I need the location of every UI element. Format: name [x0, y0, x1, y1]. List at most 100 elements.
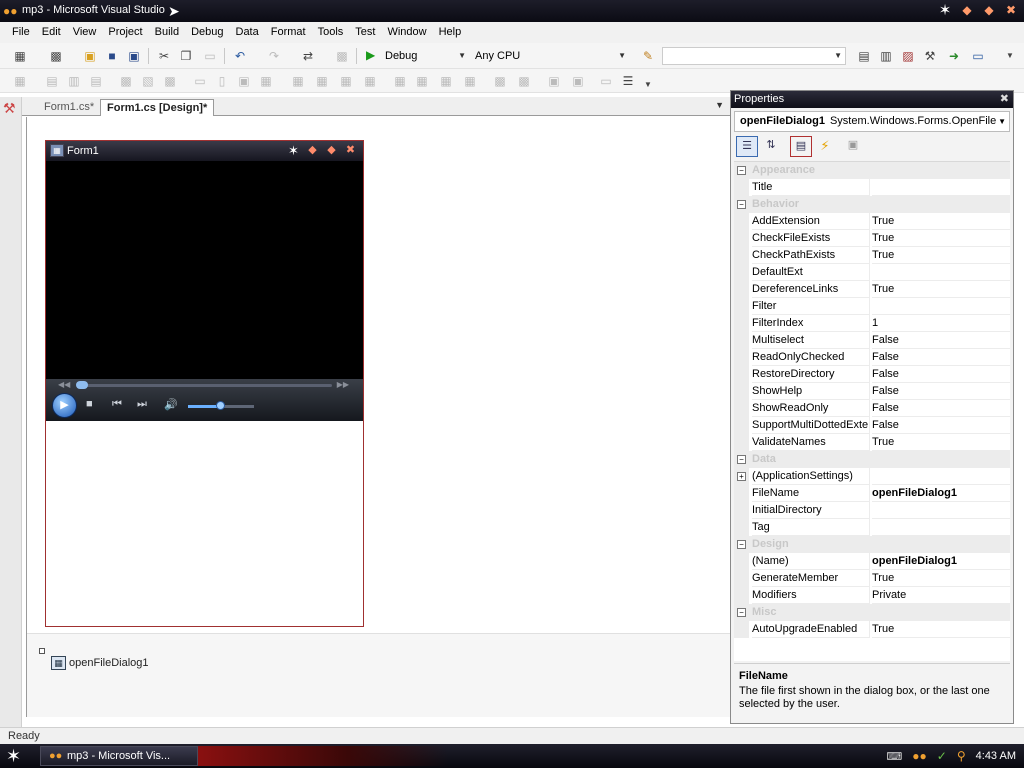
keyboard-icon[interactable]: ⌨ [886, 750, 902, 763]
property-value[interactable]: False [872, 366, 1010, 383]
collapse-icon[interactable]: − [737, 540, 746, 549]
property-row[interactable]: GenerateMember True [734, 570, 1010, 587]
layout-toolbar-options-icon[interactable]: ▼ [640, 77, 656, 93]
events-lightning-icon[interactable]: ⚡ [814, 136, 836, 157]
tab-form1-design[interactable]: Form1.cs [Design]* [100, 99, 215, 116]
navigate-icon[interactable]: ⇄ [300, 48, 316, 64]
property-value[interactable]: True [872, 570, 1010, 587]
properties-view-icon[interactable]: ▤ [790, 136, 812, 157]
media-player-video-area[interactable] [46, 161, 363, 379]
property-row[interactable]: FilterIndex 1 [734, 315, 1010, 332]
network-icon[interactable]: ●● [912, 749, 927, 763]
copy-icon[interactable]: ❐ [178, 48, 194, 64]
property-value[interactable]: True [872, 230, 1010, 247]
minimize-button[interactable]: ◆ [958, 2, 976, 19]
property-row[interactable]: InitialDirectory [734, 502, 1010, 519]
property-row[interactable]: FileName openFileDialog1 [734, 485, 1010, 502]
property-category[interactable]: − Appearance [734, 162, 1010, 179]
property-value[interactable] [872, 179, 1010, 196]
next-icon[interactable]: ⏭ [137, 398, 147, 411]
collapse-icon[interactable]: − [737, 166, 746, 175]
property-row[interactable]: AutoUpgradeEnabled True [734, 621, 1010, 638]
property-row[interactable]: CheckFileExists True [734, 230, 1010, 247]
openfiledialog-component[interactable]: ▦ openFileDialog1 [51, 656, 149, 670]
volume-thumb[interactable] [216, 401, 225, 410]
close-button[interactable]: ✖ [1002, 2, 1020, 19]
collapse-icon[interactable]: − [737, 455, 746, 464]
property-value[interactable]: True [872, 213, 1010, 230]
volume-icon[interactable]: 🔊 [164, 398, 178, 411]
property-value[interactable] [872, 519, 1010, 536]
add-item-icon[interactable]: ▩ [48, 48, 64, 64]
toolbox-icon[interactable]: ⚒ [3, 100, 16, 117]
property-value[interactable]: openFileDialog1 [872, 553, 1010, 570]
align-grid-icon[interactable]: ▦ [12, 73, 28, 89]
toolbar-options-icon[interactable]: ▼ [1002, 48, 1018, 64]
property-row[interactable]: ShowHelp False [734, 383, 1010, 400]
maximize-button[interactable]: ◆ [980, 2, 998, 19]
expand-icon[interactable]: + [737, 472, 746, 481]
cut-icon[interactable]: ✂ [156, 48, 172, 64]
property-value[interactable]: 1 [872, 315, 1010, 332]
property-value[interactable]: openFileDialog1 [872, 485, 1010, 502]
property-row[interactable]: DefaultExt [734, 264, 1010, 281]
collapse-icon[interactable]: − [737, 200, 746, 209]
tray-selection-handle[interactable] [39, 648, 45, 654]
object-selector-combo[interactable]: openFileDialog1 System.Windows.Forms.Open… [734, 111, 1010, 132]
property-row[interactable]: Multiselect False [734, 332, 1010, 349]
other-windows-icon[interactable]: ▭ [970, 48, 986, 64]
active-files-dropdown-icon[interactable]: ▼ [715, 100, 724, 110]
find-in-files-icon[interactable]: ✎ [640, 48, 656, 64]
form1-body[interactable] [46, 421, 363, 626]
property-value[interactable]: Private [872, 587, 1010, 604]
menu-help[interactable]: Help [433, 22, 468, 43]
bring-to-front-icon[interactable]: ▣ [546, 73, 562, 89]
property-row[interactable]: DereferenceLinks True [734, 281, 1010, 298]
property-value[interactable] [872, 502, 1010, 519]
property-row[interactable]: + (ApplicationSettings) [734, 468, 1010, 485]
property-row[interactable]: ShowReadOnly False [734, 400, 1010, 417]
property-row[interactable]: SupportMultiDottedExte False [734, 417, 1010, 434]
property-row[interactable]: ValidateNames True [734, 434, 1010, 451]
collapse-icon[interactable]: − [737, 608, 746, 617]
property-value[interactable]: False [872, 417, 1010, 434]
menu-project[interactable]: Project [102, 22, 148, 43]
property-pages-icon[interactable]: ▣ [842, 136, 864, 157]
seek-thumb[interactable] [76, 381, 88, 389]
increase-spacing-icon[interactable]: ▦ [314, 73, 330, 89]
align-bottoms-icon[interactable]: ▩ [162, 73, 178, 89]
fast-forward-icon[interactable]: ▶▶ [337, 380, 349, 389]
center-horizontally-icon[interactable]: ▩ [492, 73, 508, 89]
property-value[interactable]: True [872, 247, 1010, 264]
form1-window[interactable]: ▦ Form1 ✶ ◆ ◆ ✖ ◀◀ ▶▶ ▶ ■ ⏮ ⏭ 🔊 [45, 140, 364, 627]
align-middles-icon[interactable]: ▧ [140, 73, 156, 89]
properties-close-icon[interactable]: ✖ [1000, 91, 1009, 108]
property-value[interactable]: False [872, 349, 1010, 366]
menu-build[interactable]: Build [149, 22, 185, 43]
tab-form1-cs[interactable]: Form1.cs* [38, 99, 100, 116]
categorized-icon[interactable]: ☰ [736, 136, 758, 157]
vertical-spacing-icon[interactable]: ▦ [392, 73, 408, 89]
solution-configuration-combo[interactable]: Debug ▼ [380, 47, 470, 65]
security-icon[interactable]: ✓ [937, 749, 947, 763]
save-icon[interactable]: ■ [104, 48, 120, 64]
decrease-spacing-icon[interactable]: ▦ [338, 73, 354, 89]
property-row[interactable]: Filter [734, 298, 1010, 315]
menu-format[interactable]: Format [265, 22, 312, 43]
alphabetical-icon[interactable]: ⇅ [760, 136, 782, 157]
property-value[interactable] [872, 298, 1010, 315]
property-value[interactable]: False [872, 332, 1010, 349]
start-page-icon[interactable]: ➜ [946, 48, 962, 64]
property-category[interactable]: − Misc [734, 604, 1010, 621]
property-value[interactable] [872, 468, 1010, 485]
solution-explorer-icon[interactable]: ▤ [856, 48, 872, 64]
decrease-vspacing-icon[interactable]: ▦ [438, 73, 454, 89]
property-value[interactable]: True [872, 434, 1010, 451]
property-row[interactable]: RestoreDirectory False [734, 366, 1010, 383]
menu-data[interactable]: Data [230, 22, 265, 43]
menu-view[interactable]: View [67, 22, 103, 43]
taskbar-vs-button[interactable]: ●● mp3 - Microsoft Vis... [40, 746, 198, 766]
save-all-icon[interactable]: ▣ [126, 48, 142, 64]
search-icon[interactable]: ⚲ [957, 749, 966, 763]
solution-platform-combo[interactable]: Any CPU ▼ [470, 47, 630, 65]
